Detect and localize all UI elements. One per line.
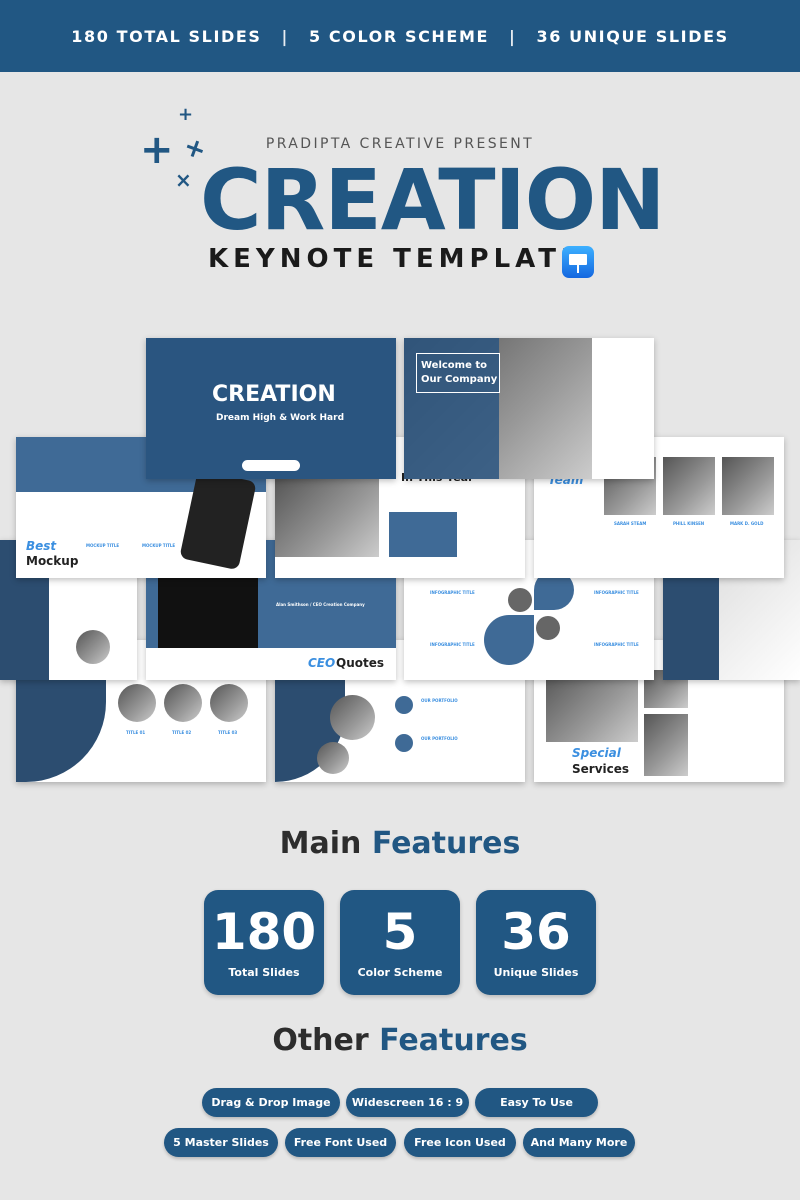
ceo-accent: CEO (308, 656, 336, 670)
banner-separator: | (281, 26, 289, 46)
feature-pill: Free Font Used (285, 1128, 396, 1157)
team-member: SARAH STEAM (614, 521, 647, 526)
banner-item: 36 UNIQUE SLIDES (536, 26, 729, 46)
title-label: TITLE 03 (218, 730, 238, 735)
template-subtitle: KEYNOTE TEMPLATE (208, 244, 584, 274)
feature-pill: Widescreen 16 : 9 (346, 1088, 469, 1117)
team-member: MARK D. GOLD (730, 521, 764, 526)
ceo-title: Quotes (336, 656, 385, 670)
mockup-col-label: MOCKUP TITLE (86, 543, 120, 548)
feature-pill: And Many More (523, 1128, 635, 1157)
infographic-label: INFOGRAPHIC TITLE (594, 642, 639, 647)
feature-pill: Easy To Use (475, 1088, 598, 1117)
stat-total-slides: 180 Total Slides (204, 890, 324, 995)
feature-pill: 5 Master Slides (164, 1128, 278, 1157)
portfolio-label: OUR PORTFOLIO (421, 698, 458, 703)
stat-unique-slides: 36 Unique Slides (476, 890, 596, 995)
brand-title: CREATION (200, 151, 665, 249)
welcome-line2: Our Company (421, 374, 498, 385)
infographic-label: INFOGRAPHIC TITLE (430, 642, 475, 647)
feature-pill: Drag & Drop Image (202, 1088, 340, 1117)
other-features-heading: Other Features (272, 1023, 528, 1058)
feature-pill: Free Icon Used (404, 1128, 516, 1157)
infographic-label: INFOGRAPHIC TITLE (430, 590, 475, 595)
slide-cover: CREATION Dream High & Work Hard (146, 338, 396, 479)
services-title: Services (572, 762, 630, 776)
cross-icon: × (175, 168, 192, 192)
ceo-author: Alan Smithson / CEO Creation Company (276, 602, 365, 607)
top-banner: 180 TOTAL SLIDES | 5 COLOR SCHEME | 36 U… (0, 0, 800, 72)
main-features-heading: Main Features (279, 826, 521, 861)
search-pill (242, 460, 300, 471)
mockup-col-label: MOCKUP TITLE (142, 543, 176, 548)
slide-welcome: Welcome to Our Company (404, 338, 654, 479)
banner-item: 180 TOTAL SLIDES (71, 26, 262, 46)
title-label: TITLE 02 (172, 730, 192, 735)
title-label: TITLE 01 (126, 730, 146, 735)
cover-tagline: Dream High & Work Hard (216, 413, 345, 423)
mockup-title: Mockup (26, 554, 79, 568)
cover-title: CREATION (212, 382, 336, 407)
infographic-label: INFOGRAPHIC TITLE (594, 590, 639, 595)
welcome-line1: Welcome to (421, 360, 488, 371)
banner-separator: | (509, 26, 517, 46)
stat-color-scheme: 5 Color Scheme (340, 890, 460, 995)
keynote-icon (562, 246, 594, 278)
portfolio-label: OUR PORTFOLIO (421, 736, 458, 741)
plus-icon: + (178, 104, 194, 125)
banner-item: 5 COLOR SCHEME (309, 26, 490, 46)
team-member: PHILL KINSEN (673, 521, 705, 526)
mockup-accent: Best (26, 539, 57, 553)
services-accent: Special (572, 746, 621, 760)
